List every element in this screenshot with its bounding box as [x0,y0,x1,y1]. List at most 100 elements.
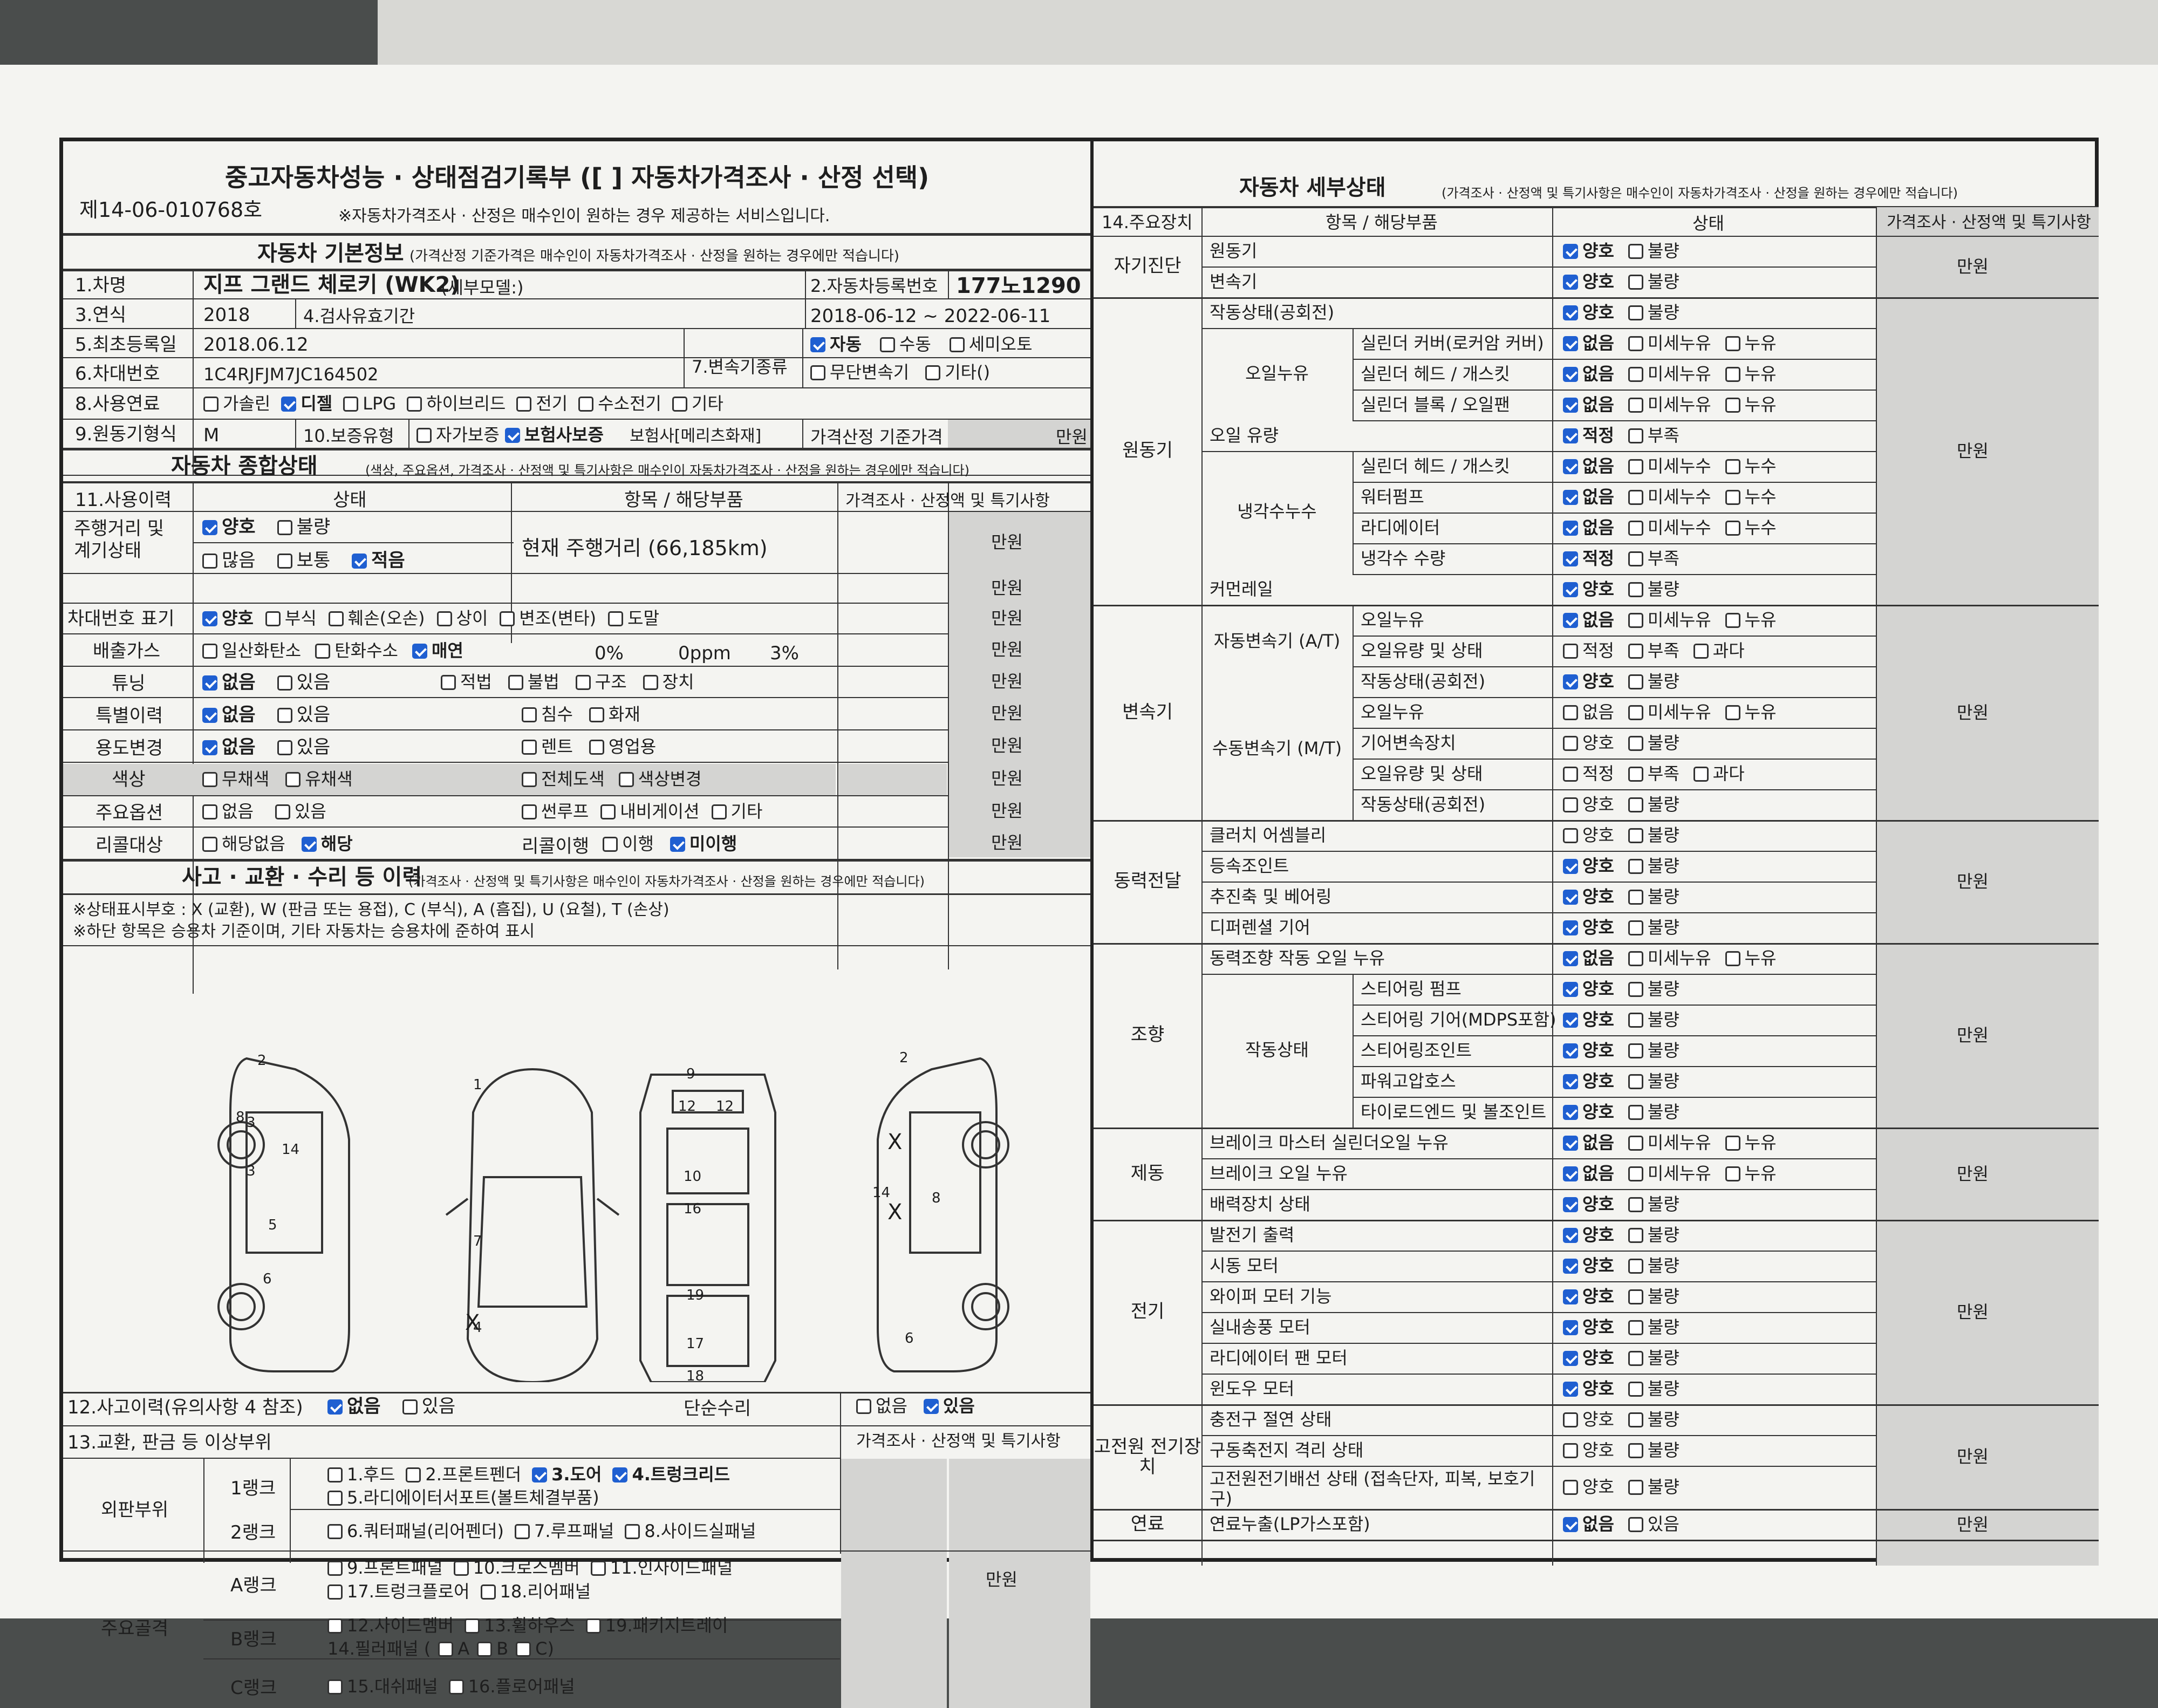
unchecked-checkbox-icon[interactable] [1628,889,1643,905]
checkbox-option[interactable]: 있음 [1628,1514,1679,1534]
checkbox-option[interactable]: 부족 [1628,548,1679,569]
checkbox-option[interactable]: 양호 [1563,917,1614,938]
unchecked-checkbox-icon[interactable] [1628,1104,1643,1120]
checkbox-option[interactable]: 없음 [327,1396,381,1417]
checkbox-option[interactable]: 양호 [1563,1348,1614,1368]
unchecked-checkbox-icon[interactable] [202,804,217,819]
unchecked-checkbox-icon[interactable] [590,1561,606,1576]
checked-checkbox-icon[interactable] [1563,1012,1578,1028]
checked-checkbox-icon[interactable] [1563,1289,1578,1304]
unchecked-checkbox-icon[interactable] [603,837,618,852]
unchecked-checkbox-icon[interactable] [643,675,658,690]
checkbox-option[interactable]: 전체도색 [522,769,605,789]
checked-checkbox-icon[interactable] [1563,1043,1578,1058]
unchecked-checkbox-icon[interactable] [275,804,290,819]
unchecked-checkbox-icon[interactable] [810,365,825,380]
unchecked-checkbox-icon[interactable] [277,675,292,691]
checkbox-option[interactable]: 영업용 [589,736,656,757]
checkbox-option[interactable]: 적음 [352,550,405,571]
checkbox-option[interactable]: 이행 [603,833,654,854]
checkbox-option[interactable]: 양호 [1563,271,1614,292]
checkbox-option[interactable]: 부족 [1628,425,1679,446]
unchecked-checkbox-icon[interactable] [1725,366,1740,382]
unchecked-checkbox-icon[interactable] [618,772,634,787]
checkbox-option[interactable]: 있음 [275,801,326,822]
checkbox-option[interactable]: 미세누수 [1628,456,1711,476]
unchecked-checkbox-icon[interactable] [1563,766,1578,782]
unchecked-checkbox-icon[interactable] [522,772,537,787]
checkbox-option[interactable]: 16.플로어패널 [448,1676,575,1697]
checkbox-option[interactable]: 누수 [1725,517,1777,538]
checkbox-option[interactable]: 불량 [1628,1194,1679,1214]
checkbox-option[interactable]: 양호 [1563,825,1614,845]
unchecked-checkbox-icon[interactable] [1628,1197,1643,1212]
checked-checkbox-icon[interactable] [1563,889,1578,905]
checked-checkbox-icon[interactable] [504,428,520,443]
checkbox-option[interactable]: 불량 [1628,1102,1679,1122]
unchecked-checkbox-icon[interactable] [1628,1320,1643,1335]
checkbox-option[interactable]: 없음 [202,801,254,822]
checked-checkbox-icon[interactable] [1563,1197,1578,1212]
checkbox-option[interactable]: 없음 [1563,487,1614,507]
unchecked-checkbox-icon[interactable] [441,675,456,690]
checked-checkbox-icon[interactable] [1563,858,1578,874]
checked-checkbox-icon[interactable] [1563,1227,1578,1243]
checkbox-option[interactable]: 적정 [1563,548,1614,569]
checked-checkbox-icon[interactable] [202,611,217,626]
unchecked-checkbox-icon[interactable] [1563,705,1578,720]
checked-checkbox-icon[interactable] [1563,674,1578,689]
unchecked-checkbox-icon[interactable] [585,1618,601,1634]
unchecked-checkbox-icon[interactable] [500,611,515,626]
checkbox-option[interactable]: B [477,1638,508,1659]
unchecked-checkbox-icon[interactable] [608,611,624,626]
unchecked-checkbox-icon[interactable] [925,365,941,380]
checked-checkbox-icon[interactable] [1563,551,1578,566]
unchecked-checkbox-icon[interactable] [1628,305,1643,320]
unchecked-checkbox-icon[interactable] [406,1467,421,1482]
checkbox-option[interactable]: 유채색 [285,769,353,789]
unchecked-checkbox-icon[interactable] [1628,274,1643,290]
unchecked-checkbox-icon[interactable] [1563,1480,1578,1495]
checkbox-option[interactable]: 미세누유 [1628,1163,1711,1184]
checkbox-option[interactable]: 누유 [1725,394,1777,415]
checkbox-option[interactable]: 도말 [608,608,659,628]
checkbox-option[interactable]: 불량 [1628,1440,1679,1460]
checkbox-option[interactable]: 양호 [1563,1255,1614,1276]
checkbox-option[interactable]: 누유 [1725,333,1777,353]
checkbox-option[interactable]: 있음 [402,1396,455,1417]
unchecked-checkbox-icon[interactable] [1725,951,1740,966]
unchecked-checkbox-icon[interactable] [1725,520,1740,536]
checkbox-option[interactable]: 미세누수 [1628,487,1711,507]
unchecked-checkbox-icon[interactable] [711,804,727,819]
checkbox-option[interactable]: 무단변속기 [810,362,909,382]
unchecked-checkbox-icon[interactable] [202,837,217,852]
unchecked-checkbox-icon[interactable] [402,1399,418,1415]
unchecked-checkbox-icon[interactable] [480,1584,496,1600]
checkbox-option[interactable]: 없음 [1563,610,1614,630]
unchecked-checkbox-icon[interactable] [203,397,218,412]
checkbox-option[interactable]: 없음 [1563,1163,1614,1184]
checkbox-option[interactable]: 미세누수 [1628,517,1711,538]
unchecked-checkbox-icon[interactable] [1628,366,1643,382]
checkbox-option[interactable]: 적정 [1563,763,1614,784]
checkbox-option[interactable]: 자가보증 [416,425,500,445]
checkbox-option[interactable]: 불량 [1628,794,1679,815]
unchecked-checkbox-icon[interactable] [589,740,604,755]
checked-checkbox-icon[interactable] [1563,336,1578,351]
unchecked-checkbox-icon[interactable] [1628,735,1643,751]
unchecked-checkbox-icon[interactable] [327,1561,343,1576]
checkbox-option[interactable]: 장치 [643,672,694,692]
checkbox-option[interactable]: 없음 [1563,1132,1614,1153]
checkbox-option[interactable]: 보험사보증 [504,425,604,445]
unchecked-checkbox-icon[interactable] [589,707,604,722]
checkbox-option[interactable]: 누유 [1725,948,1777,968]
unchecked-checkbox-icon[interactable] [1628,612,1643,628]
checkbox-option[interactable]: 미세누유 [1628,364,1711,384]
checkbox-option[interactable]: 없음 [1563,394,1614,415]
checkbox-option[interactable]: 누수 [1725,487,1777,507]
checkbox-option[interactable]: 불량 [1628,1477,1679,1497]
checkbox-option[interactable]: A [438,1638,469,1659]
checkbox-option[interactable]: 내비게이션 [600,801,700,822]
checkbox-option[interactable]: 양호 [1563,886,1614,907]
checkbox-option[interactable]: 색상변경 [618,769,702,789]
